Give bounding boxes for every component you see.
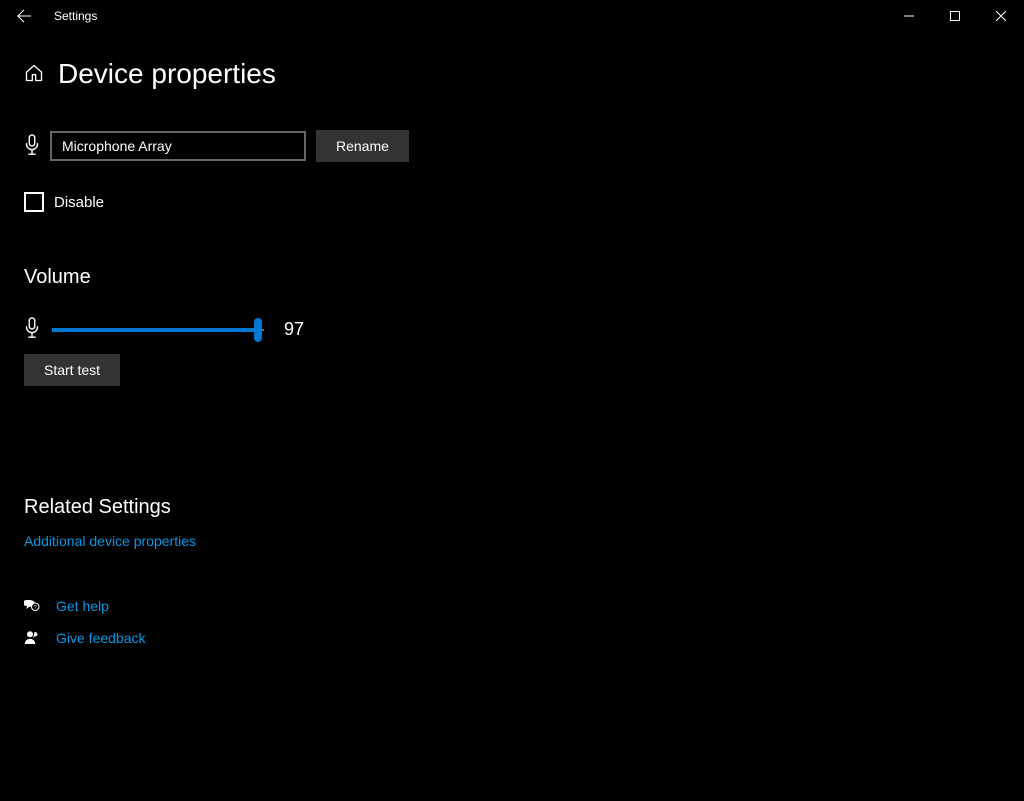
volume-heading: Volume (24, 266, 1024, 289)
close-button[interactable] (978, 0, 1024, 32)
arrow-left-icon (17, 9, 31, 23)
give-feedback-link[interactable]: Give feedback (56, 630, 146, 646)
maximize-icon (950, 11, 960, 21)
microphone-icon (24, 317, 40, 342)
get-help-link[interactable]: Get help (56, 598, 109, 614)
minimize-icon (904, 11, 914, 21)
volume-value: 97 (284, 319, 304, 340)
minimize-button[interactable] (886, 0, 932, 32)
rename-button[interactable]: Rename (316, 130, 409, 162)
get-help-row[interactable]: ? Get help (24, 597, 1024, 615)
back-button[interactable] (0, 0, 48, 32)
slider-fill (52, 328, 258, 332)
svg-text:?: ? (34, 605, 37, 611)
device-name-row: Rename (24, 130, 1024, 162)
disable-label: Disable (54, 194, 104, 211)
help-icon: ? (24, 597, 42, 615)
titlebar: Settings (0, 0, 1024, 32)
home-icon[interactable] (24, 63, 44, 86)
volume-row: 97 (24, 317, 1024, 342)
page-header: Device properties (24, 58, 1024, 90)
disable-checkbox-row[interactable]: Disable (24, 192, 1024, 212)
related-settings-heading: Related Settings (24, 496, 1024, 519)
give-feedback-row[interactable]: Give feedback (24, 629, 1024, 647)
feedback-icon (24, 629, 42, 647)
content-area: Device properties Rename Disable Volume (0, 32, 1024, 647)
volume-slider[interactable] (52, 320, 264, 340)
close-icon (996, 11, 1006, 21)
start-test-button[interactable]: Start test (24, 354, 120, 386)
maximize-button[interactable] (932, 0, 978, 32)
device-name-input[interactable] (50, 131, 306, 161)
window-controls (886, 0, 1024, 32)
microphone-icon (24, 134, 40, 159)
disable-checkbox[interactable] (24, 192, 44, 212)
slider-thumb[interactable] (254, 318, 262, 342)
additional-device-properties-link[interactable]: Additional device properties (24, 533, 1024, 549)
app-title: Settings (48, 9, 97, 23)
page-title: Device properties (58, 58, 276, 90)
